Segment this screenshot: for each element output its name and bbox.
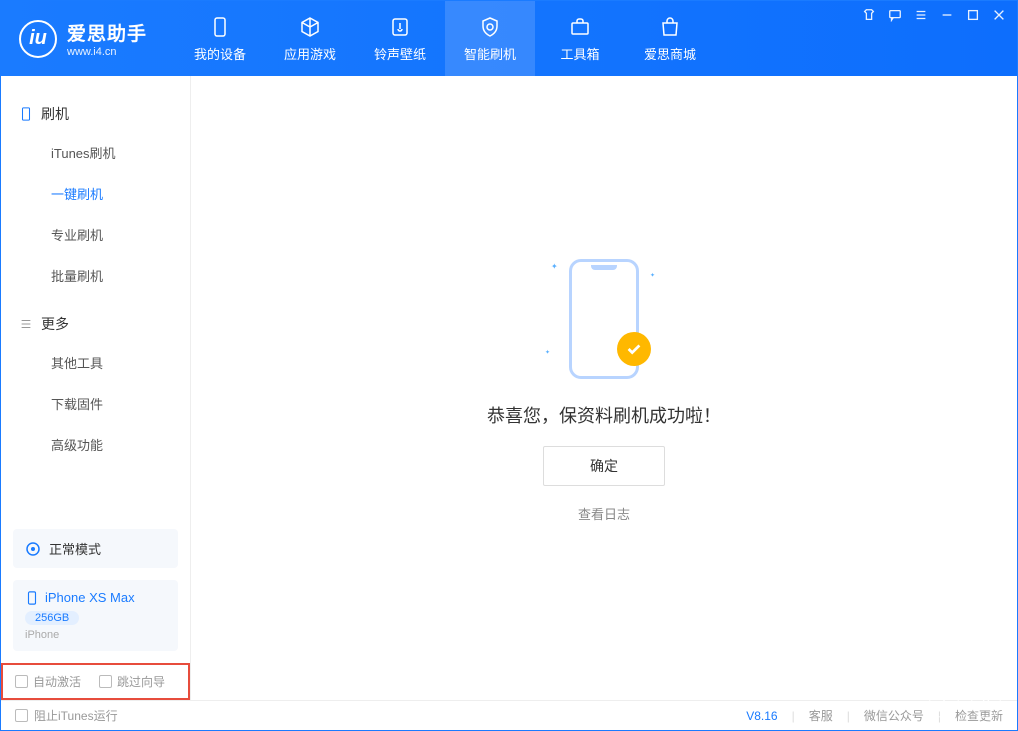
sidebar-item-pro-flash[interactable]: 专业刷机	[1, 214, 190, 255]
tshirt-icon[interactable]	[861, 7, 877, 23]
checkbox-label: 跳过向导	[117, 673, 165, 690]
ok-button[interactable]: 确定	[543, 446, 665, 486]
sidebar-section-title: 刷机	[41, 104, 69, 124]
status-bar: 阻止iTunes运行 V8.16 | 客服 | 微信公众号 | 检查更新	[1, 700, 1017, 730]
version-label: V8.16	[746, 709, 777, 723]
sidebar-section-more: 更多	[1, 306, 190, 342]
sparkle-icon: ✦	[545, 349, 550, 356]
device-phone-icon	[25, 591, 39, 605]
mode-card[interactable]: 正常模式	[13, 529, 178, 568]
app-subtitle: www.i4.cn	[67, 46, 147, 58]
user-button[interactable]	[971, 688, 1001, 718]
checkbox-label: 自动激活	[33, 673, 81, 690]
nav-toolbox[interactable]: 工具箱	[535, 1, 625, 76]
nav-label: 铃声壁纸	[374, 44, 426, 63]
toolbox-icon	[567, 14, 593, 40]
device-type-label: iPhone	[25, 629, 166, 641]
nav-label: 应用游戏	[284, 44, 336, 63]
nav-label: 工具箱	[561, 44, 600, 63]
feedback-icon[interactable]	[887, 7, 903, 23]
phone-icon	[207, 14, 233, 40]
view-log-link[interactable]: 查看日志	[578, 504, 630, 523]
device-name-label: iPhone XS Max	[45, 590, 135, 605]
sidebar: 刷机 iTunes刷机 一键刷机 专业刷机 批量刷机 更多 其他工具 下载固件 …	[1, 76, 191, 700]
main-content: ✦ ✦ ✦ 恭喜您，保资料刷机成功啦！ 确定 查看日志	[191, 76, 1017, 700]
music-note-icon	[387, 14, 413, 40]
logo-icon: iu	[19, 20, 57, 58]
device-capacity-badge: 256GB	[25, 611, 79, 625]
success-message: 恭喜您，保资料刷机成功啦！	[487, 402, 721, 428]
download-button[interactable]	[929, 688, 959, 718]
success-illustration: ✦ ✦ ✦	[539, 254, 669, 384]
refresh-shield-icon	[477, 14, 503, 40]
nav-label: 智能刷机	[464, 44, 516, 63]
maximize-button[interactable]	[965, 7, 981, 23]
checkbox-icon	[15, 675, 28, 688]
nav-smart-flash[interactable]: 智能刷机	[445, 1, 535, 76]
footer-link-support[interactable]: 客服	[809, 707, 833, 724]
nav-apps-games[interactable]: 应用游戏	[265, 1, 355, 76]
sidebar-item-oneclick-flash[interactable]: 一键刷机	[1, 173, 190, 214]
mode-icon	[25, 541, 41, 557]
sidebar-section-title: 更多	[41, 314, 69, 334]
block-itunes-checkbox[interactable]: 阻止iTunes运行	[15, 707, 118, 724]
nav-ringtone-wallpaper[interactable]: 铃声壁纸	[355, 1, 445, 76]
highlighted-checkbox-row: 自动激活 跳过向导	[1, 663, 190, 700]
sidebar-item-advanced[interactable]: 高级功能	[1, 424, 190, 465]
app-title: 爱思助手	[67, 19, 147, 46]
sidebar-item-download-firmware[interactable]: 下载固件	[1, 383, 190, 424]
shopping-bag-icon	[657, 14, 683, 40]
sidebar-section-flash: 刷机	[1, 96, 190, 132]
nav-store[interactable]: 爱思商城	[625, 1, 715, 76]
footer-link-wechat[interactable]: 微信公众号	[864, 707, 924, 724]
minimize-button[interactable]	[939, 7, 955, 23]
check-badge-icon	[617, 332, 651, 366]
sparkle-icon: ✦	[551, 262, 558, 271]
title-bar: iu 爱思助手 www.i4.cn 我的设备 应用游戏 铃声壁纸 智能刷机	[1, 1, 1017, 76]
auto-activate-checkbox[interactable]: 自动激活	[15, 673, 81, 690]
nav-my-device[interactable]: 我的设备	[175, 1, 265, 76]
checkbox-icon	[99, 675, 112, 688]
mode-label: 正常模式	[49, 539, 101, 558]
nav-label: 我的设备	[194, 44, 246, 63]
checkbox-icon	[15, 709, 28, 722]
app-logo: iu 爱思助手 www.i4.cn	[1, 1, 165, 76]
sidebar-item-itunes-flash[interactable]: iTunes刷机	[1, 132, 190, 173]
sparkle-icon: ✦	[650, 272, 655, 279]
nav-label: 爱思商城	[644, 44, 696, 63]
sidebar-item-batch-flash[interactable]: 批量刷机	[1, 255, 190, 296]
device-card[interactable]: iPhone XS Max 256GB iPhone	[13, 580, 178, 651]
close-button[interactable]	[991, 7, 1007, 23]
checkbox-label: 阻止iTunes运行	[34, 707, 118, 724]
top-nav: 我的设备 应用游戏 铃声壁纸 智能刷机 工具箱 爱思商城	[175, 1, 715, 76]
sidebar-item-other-tools[interactable]: 其他工具	[1, 342, 190, 383]
menu-icon[interactable]	[913, 7, 929, 23]
list-icon	[19, 317, 33, 331]
cube-icon	[297, 14, 323, 40]
skip-guide-checkbox[interactable]: 跳过向导	[99, 673, 165, 690]
phone-outline-icon	[19, 107, 33, 121]
